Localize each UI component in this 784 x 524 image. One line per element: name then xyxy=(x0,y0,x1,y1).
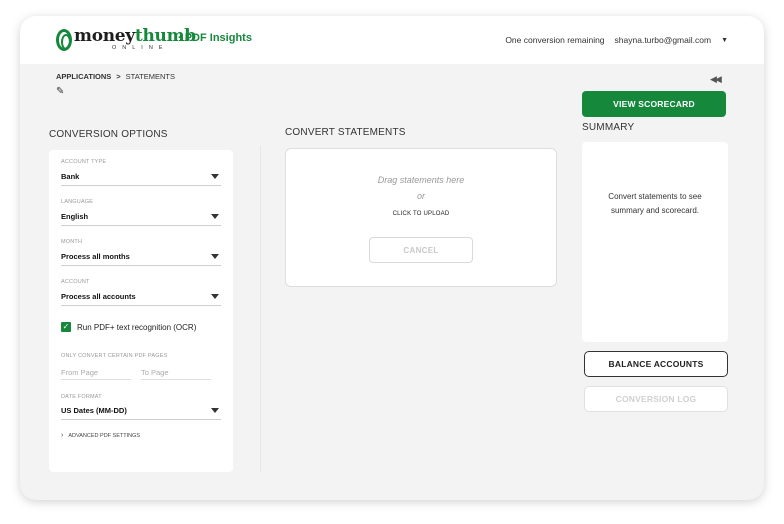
pencil-icon[interactable]: ✎ xyxy=(56,86,64,97)
collapse-panel-icon[interactable]: ◀◀ xyxy=(710,74,722,85)
ocr-option[interactable]: ✓ Run PDF+ text recognition (OCR) xyxy=(61,322,196,332)
language-select[interactable]: English xyxy=(61,212,221,226)
cancel-button[interactable]: CANCEL xyxy=(369,237,473,263)
date-format-select[interactable]: US Dates (MM-DD) xyxy=(61,406,221,420)
advanced-pdf-settings-toggle[interactable]: › ADVANCED PDF SETTINGS xyxy=(61,432,140,439)
dropdown-arrow-icon xyxy=(211,174,219,179)
month-select[interactable]: Process all months xyxy=(61,252,221,266)
user-email[interactable]: shayna.turbo@gmail.com xyxy=(615,35,712,45)
thumbprint-icon xyxy=(56,29,72,51)
ocr-label: Run PDF+ text recognition (OCR) xyxy=(77,322,197,332)
summary-panel: Convert statements to see summary and sc… xyxy=(582,142,728,342)
breadcrumb-separator: > xyxy=(116,72,121,81)
dropdown-arrow-icon xyxy=(211,214,219,219)
balance-accounts-button[interactable]: BALANCE ACCOUNTS xyxy=(584,351,728,377)
dropdown-arrow-icon xyxy=(211,254,219,259)
conversion-log-button[interactable]: CONVERSION LOG xyxy=(584,386,728,412)
date-format-label: DATE FORMAT xyxy=(61,394,102,400)
conversion-options-title: CONVERSION OPTIONS xyxy=(49,129,168,140)
dropdown-arrow-icon xyxy=(211,408,219,413)
logo-subtitle: ONLINE xyxy=(112,45,169,51)
moneythumb-logo[interactable]: moneythumb ONLINE xyxy=(56,27,196,55)
to-page-input[interactable] xyxy=(141,366,211,380)
column-divider xyxy=(260,146,261,472)
account-type-label: ACCOUNT TYPE xyxy=(61,159,107,165)
breadcrumb-statements: STATEMENTS xyxy=(125,72,175,81)
breadcrumb-applications[interactable]: APPLICATIONS xyxy=(56,72,111,81)
chevron-right-icon: › xyxy=(61,432,64,439)
view-scorecard-button[interactable]: VIEW SCORECARD xyxy=(582,91,726,117)
top-header: moneythumb ONLINE · PDF Insights One con… xyxy=(20,16,764,64)
account-select[interactable]: Process all accounts xyxy=(61,292,221,306)
summary-message: Convert statements to see summary and sc… xyxy=(608,192,702,215)
app-window: moneythumb ONLINE · PDF Insights One con… xyxy=(20,16,764,500)
or-text: or xyxy=(416,191,425,201)
conversion-options-panel: ACCOUNT TYPE Bank LANGUAGE English MONTH… xyxy=(49,150,233,472)
summary-title: SUMMARY xyxy=(582,122,635,133)
dropdown-arrow-icon xyxy=(211,294,219,299)
upload-drop-zone[interactable]: Drag statements here or CLICK TO UPLOAD … xyxy=(285,148,557,287)
from-page-input[interactable] xyxy=(61,366,131,380)
account-type-select[interactable]: Bank xyxy=(61,172,221,186)
logo-word-money: money xyxy=(74,26,135,46)
pdf-pages-label: ONLY CONVERT CERTAIN PDF PAGES xyxy=(61,353,168,359)
convert-statements-title: CONVERT STATEMENTS xyxy=(285,127,406,138)
account-menu: One conversion remaining shayna.turbo@gm… xyxy=(505,35,728,45)
account-label: ACCOUNT xyxy=(61,279,90,285)
conversions-remaining: One conversion remaining xyxy=(505,35,605,45)
ocr-checkbox[interactable]: ✓ xyxy=(61,322,71,332)
month-label: MONTH xyxy=(61,239,83,245)
product-name: · PDF Insights xyxy=(178,32,252,44)
click-to-upload-link[interactable]: CLICK TO UPLOAD xyxy=(286,211,556,217)
chevron-down-icon[interactable]: ▼ xyxy=(721,37,728,44)
drag-hint: Drag statements here xyxy=(377,175,465,185)
language-label: LANGUAGE xyxy=(61,199,94,205)
breadcrumb: APPLICATIONS > STATEMENTS xyxy=(56,72,175,81)
